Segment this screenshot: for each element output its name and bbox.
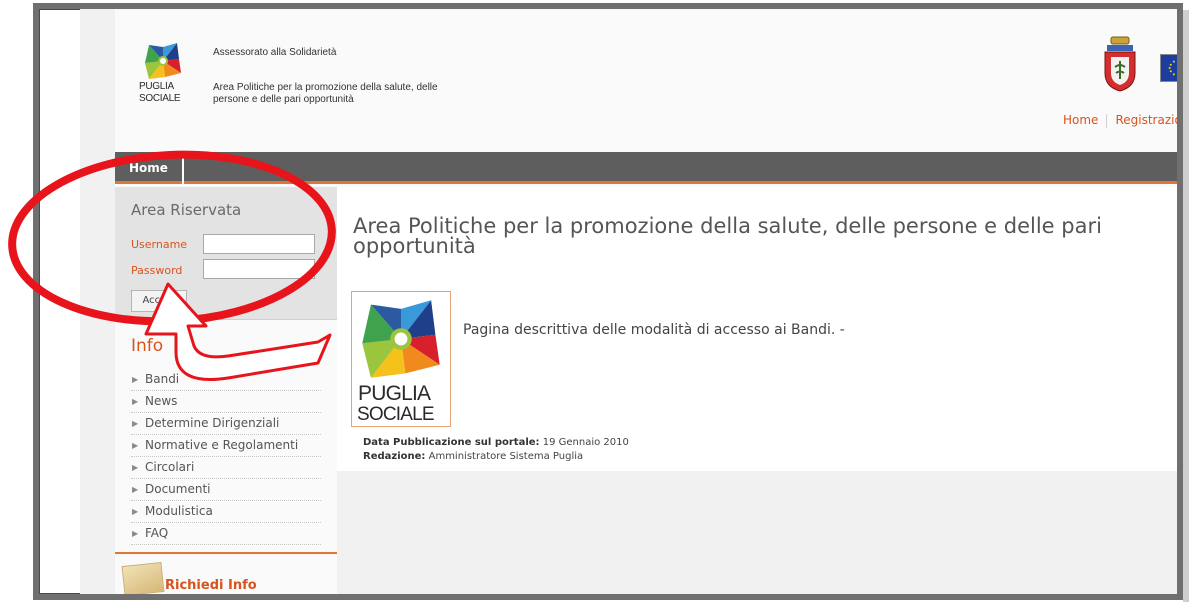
triangle-right-icon: ▶ [132,419,139,428]
info-item-faq[interactable]: ▶ FAQ [131,523,321,545]
info-item-label: News [145,394,178,408]
author-label: Redazione: [363,451,426,462]
richiedi-info-link[interactable]: Richiedi Info [165,578,257,593]
triangle-right-icon: ▶ [132,507,139,516]
page-inner: PUGLIA SOCIALE Assessorato alla Solidari… [115,9,1177,594]
menu-home-tab[interactable]: Home [115,152,184,184]
puglia-sociale-logo[interactable]: PUGLIA SOCIALE [139,41,189,121]
info-item-documenti[interactable]: ▶ Documenti [131,479,321,501]
header-area-line1: Area Politiche per la promozione della s… [213,82,438,93]
info-item-circolari[interactable]: ▶ Circolari [131,457,321,479]
info-item-modulistica[interactable]: ▶ Modulistica [131,501,321,523]
triangle-right-icon: ▶ [132,397,139,406]
login-box: Area Riservata Username Password Accedi [115,187,337,319]
publication-meta: Data Pubblicazione sul portale: 19 Genna… [363,436,629,464]
publication-date-line: Data Pubblicazione sul portale: 19 Genna… [363,436,629,450]
richiedi-info-box[interactable]: Richiedi Info [115,556,337,594]
sidebar: Area Riservata Username Password Accedi … [115,187,337,594]
site-header: PUGLIA SOCIALE Assessorato alla Solidari… [115,9,1177,149]
puglia-sociale-logo-large: PUGLIA SOCIALE [351,291,451,427]
page-description: Pagina descrittiva delle modalità di acc… [463,322,845,338]
password-label: Password [131,264,183,277]
password-input[interactable] [203,259,315,279]
info-item-label: Determine Dirigenziali [145,416,280,430]
info-item-label: Normative e Regolamenti [145,438,299,452]
login-title: Area Riservata [131,201,242,219]
top-nav-home-link[interactable]: Home [1063,113,1098,127]
triangle-right-icon: ▶ [132,441,139,450]
triangle-right-icon: ▶ [132,529,139,538]
main-menu-bar: Home [115,152,1177,184]
info-menu: ▶ Bandi ▶ News ▶ Determine Dirigenziali ▶ No… [131,369,321,545]
screenshot-frame: PUGLIA SOCIALE Assessorato alla Solidari… [33,3,1183,600]
info-item-normative-regolamenti[interactable]: ▶ Normative e Regolamenti [131,435,321,457]
logo-text-sociale: SOCIALE [139,93,181,104]
top-nav: Home Registrazione [1063,113,1177,128]
page: PUGLIA SOCIALE Assessorato alla Solidari… [80,9,1177,594]
info-item-label: Modulistica [145,504,213,518]
info-title: Info [131,336,164,356]
logo-text-puglia: PUGLIA [358,382,431,405]
info-item-label: Documenti [145,482,211,496]
triangle-right-icon: ▶ [132,375,139,384]
info-item-label: Bandi [145,372,180,386]
info-item-bandi[interactable]: ▶ Bandi [131,369,321,391]
author-value: Amministratore Sistema Puglia [428,451,584,462]
pinwheel-icon [362,300,440,378]
logo-text-sociale: SOCIALE [357,404,435,425]
publication-date-value: 19 Gennaio 2010 [542,437,629,448]
top-nav-registrazione-link[interactable]: Registrazione [1115,113,1177,127]
publication-date-label: Data Pubblicazione sul portale: [363,437,540,448]
regione-puglia-emblem-icon [1104,36,1136,92]
header-area-line2: persone e delle pari opportunità [213,94,354,105]
info-box: Info ▶ Bandi ▶ News ▶ Determine Dirigenzial… [115,319,337,554]
nav-divider [1106,113,1108,128]
triangle-right-icon: ▶ [132,485,139,494]
envelope-icon [121,561,165,594]
main-content: Area Politiche per la promozione della s… [337,187,1177,471]
info-item-news[interactable]: ▶ News [131,391,321,413]
eu-flag-icon [1160,54,1177,82]
header-department: Assessorato alla Solidarietà [213,47,337,58]
username-label: Username [131,238,188,251]
accedi-button[interactable]: Accedi [131,290,187,312]
frame-shadow [1183,10,1189,602]
pinwheel-icon [145,43,181,79]
triangle-right-icon: ▶ [132,463,139,472]
info-item-label: FAQ [145,526,169,540]
info-item-label: Circolari [145,460,195,474]
page-title: Area Politiche per la promozione della s… [353,214,1102,258]
username-input[interactable] [203,234,315,254]
author-line: Redazione: Amministratore Sistema Puglia [363,450,629,464]
info-item-determine-dirigenziali[interactable]: ▶ Determine Dirigenziali [131,413,321,435]
logo-text-puglia: PUGLIA [139,81,174,92]
content-empty-area [337,471,1177,594]
